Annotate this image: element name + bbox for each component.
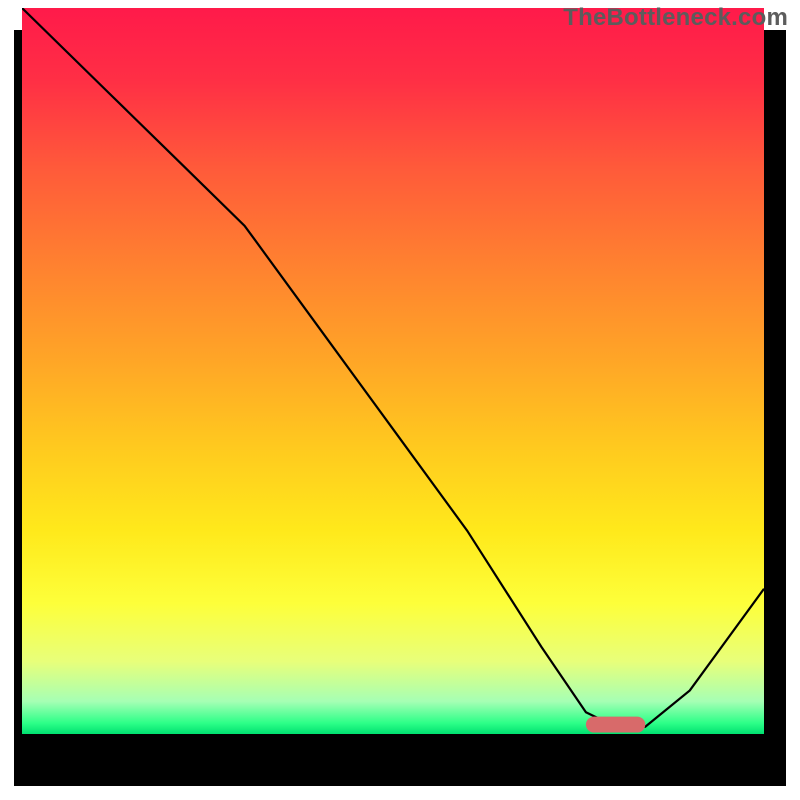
chart-frame: TheBottleneck.com <box>0 0 800 800</box>
watermark-text: TheBottleneck.com <box>563 4 788 32</box>
plot-area <box>22 8 764 734</box>
optimal-range-marker <box>586 717 645 733</box>
chart-svg <box>22 8 764 734</box>
